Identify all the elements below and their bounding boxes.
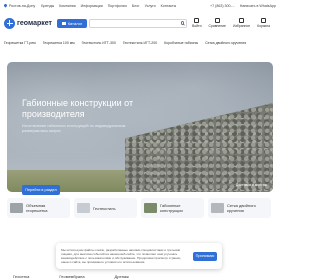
compare-button[interactable]: Сравнение <box>209 18 226 28</box>
favorites-label: Избранное <box>232 24 251 28</box>
category-label: Объемная георешетка <box>26 203 48 213</box>
city-label: Ростов-на-Дону <box>9 3 36 8</box>
logo-text: геомаркет <box>17 19 52 27</box>
catnav-item[interactable]: Геотекстиль ИГТ-300 <box>82 41 116 45</box>
top-nav-brands[interactable]: Бренды <box>41 4 54 8</box>
category-row-partial: Геосетка Геомембрана Дренаж <box>7 272 273 280</box>
favorites-button[interactable]: Избранное <box>233 18 250 28</box>
heart-icon <box>239 18 245 23</box>
header-actions: Войти Сравнение Избранное Корзина <box>192 18 270 28</box>
category-label[interactable]: Дренаж <box>115 274 129 279</box>
category-label: Геотекстиль <box>93 205 116 211</box>
category-thumbnail <box>211 203 224 213</box>
category-cards: Объемная георешетка Геотекстиль Габионны… <box>7 198 273 218</box>
user-icon <box>194 18 200 23</box>
category-card[interactable]: Объемная георешетка <box>7 198 70 218</box>
cookie-banner: Мы используем файлы cookie, разработанны… <box>56 243 222 269</box>
compare-label: Сравнение <box>208 24 226 28</box>
login-label: Войти <box>192 24 202 28</box>
top-nav: Бренды Компания Информация Портфолио Бло… <box>41 4 176 8</box>
top-bar: Ростов-на-Дону Бренды Компания Информаци… <box>0 0 280 11</box>
category-thumbnail <box>77 203 90 213</box>
category-label: Габионные конструкции <box>160 203 183 213</box>
category-card[interactable]: Габионные конструкции <box>141 198 204 218</box>
whatsapp-link[interactable]: Написать в WhatsApp <box>240 4 276 8</box>
hero-primary-button[interactable]: Перейти в раздел <box>22 185 60 195</box>
category-label[interactable]: Геомембрана <box>59 274 84 279</box>
cart-button[interactable]: Корзина <box>257 18 270 28</box>
top-nav-portfolio[interactable]: Портфолио <box>108 4 127 8</box>
phone-link[interactable]: +7 (863) 300-... <box>210 4 235 8</box>
top-nav-company[interactable]: Компания <box>59 4 75 8</box>
logo-icon <box>4 17 15 29</box>
top-nav-info[interactable]: Информация <box>81 4 103 8</box>
search-icon[interactable] <box>180 21 184 25</box>
cart-icon <box>261 18 267 23</box>
location-icon <box>3 3 8 8</box>
search-input[interactable] <box>89 18 187 28</box>
category-thumbnail <box>10 203 23 213</box>
cookie-accept-button[interactable]: Принимаю <box>193 251 217 261</box>
compare-icon <box>214 18 220 23</box>
catnav-item[interactable]: Георешетка 100 мм <box>43 41 75 45</box>
top-nav-blog[interactable]: Блог <box>132 4 140 8</box>
catnav-item[interactable]: Георешетка ГТ-рем <box>4 41 36 45</box>
category-card[interactable]: Геотекстиль <box>74 198 137 218</box>
hero-title: Габионные конструкции от производителя <box>22 98 134 119</box>
category-card[interactable]: Сетка двойного кручения <box>208 198 271 218</box>
hero-subtitle: Изготовление габионных конструкций по ин… <box>22 124 126 133</box>
cart-label: Корзина <box>257 24 271 28</box>
catnav-item[interactable]: Геотекстиль ИГТ-200 <box>123 41 157 45</box>
hero-caption: Доставка и монтаж <box>235 183 267 187</box>
catalog-label: Каталог <box>67 20 83 26</box>
catnav-item[interactable]: Сетка двойного кручения <box>205 41 246 45</box>
main-header: геомаркет Каталог Войти Сравнение Избран… <box>0 13 280 33</box>
catalog-button[interactable]: Каталог <box>57 18 87 28</box>
hero-banner: Габионные конструкции от производителя И… <box>7 62 273 192</box>
catnav-item[interactable]: Коробчатые габионы <box>164 41 198 45</box>
city-selector[interactable]: Ростов-на-Дону <box>3 3 36 8</box>
site-logo[interactable]: геомаркет <box>4 17 54 29</box>
category-label: Сетка двойного кручения <box>227 203 256 213</box>
top-nav-services[interactable]: Услуги <box>145 4 156 8</box>
login-button[interactable]: Войти <box>192 18 202 28</box>
top-nav-contacts[interactable]: Контакты <box>161 4 177 8</box>
category-label[interactable]: Геосетка <box>13 274 29 279</box>
cookie-text: Мы используем файлы cookie, разработанны… <box>61 247 181 265</box>
category-thumbnail <box>144 203 157 213</box>
menu-icon <box>61 21 66 25</box>
category-nav: Георешетка ГТ-рем Георешетка 100 мм Геот… <box>0 38 280 48</box>
